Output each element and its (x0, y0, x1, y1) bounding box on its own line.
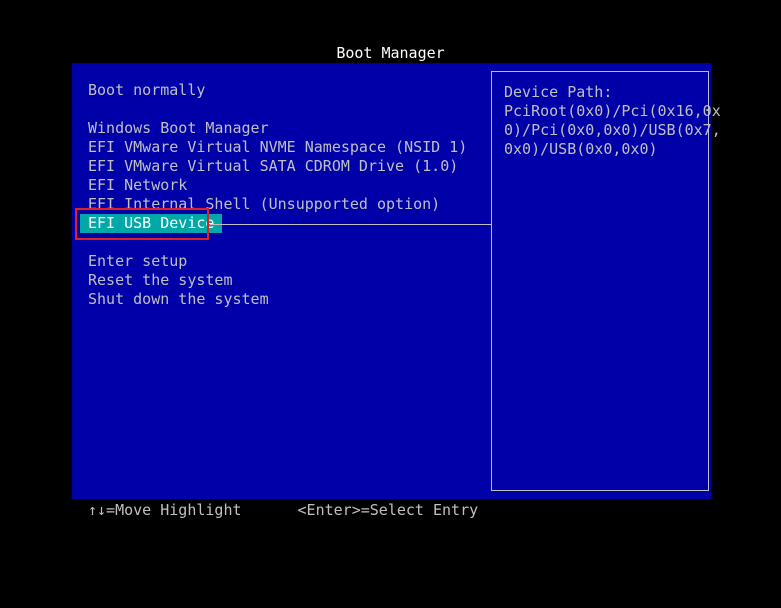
menu-item-enter-setup[interactable]: Enter setup (88, 252, 467, 271)
menu-item-boot-normally[interactable]: Boot normally (88, 81, 467, 100)
menu-item-efi-network[interactable]: EFI Network (88, 176, 467, 195)
key-hints-bar: ↑↓=Move Highlight <Enter>=Select Entry (88, 501, 478, 520)
select-entry-hint: <Enter>=Select Entry (297, 501, 479, 519)
device-path-heading: Device Path: (504, 83, 613, 101)
menu-spacer (88, 100, 467, 119)
boot-menu-panel: Boot normally Windows Boot Manager EFI V… (72, 63, 721, 499)
selection-connector-line (210, 224, 492, 225)
menu-item-shut-down[interactable]: Shut down the system (88, 290, 467, 309)
menu-item-efi-sata-cdrom[interactable]: EFI VMware Virtual SATA CDROM Drive (1.0… (88, 157, 467, 176)
device-path-line: PciRoot(0x0)/Pci(0x16,0x (504, 102, 721, 120)
boot-option-list: Boot normally Windows Boot Manager EFI V… (80, 81, 467, 309)
menu-item-reset-system[interactable]: Reset the system (88, 271, 467, 290)
device-path-text: Device Path: PciRoot(0x0)/Pci(0x16,0x 0)/P… (504, 83, 721, 159)
move-highlight-hint: ↑↓=Move Highlight (88, 501, 242, 519)
menu-item-windows-boot-manager[interactable]: Windows Boot Manager (88, 119, 467, 138)
selection-annotation-box (75, 208, 209, 240)
menu-item-efi-nvme[interactable]: EFI VMware Virtual NVME Namespace (NSID … (88, 138, 467, 157)
device-info-box: Device Path: PciRoot(0x0)/Pci(0x16,0x 0)/P… (491, 71, 721, 491)
device-path-line: 0)/Pci(0x0,0x0)/USB(0x7, (504, 121, 721, 139)
device-path-line: 0x0)/USB(0x0,0x0) (504, 140, 658, 158)
page-title: Boot Manager (336, 44, 445, 62)
